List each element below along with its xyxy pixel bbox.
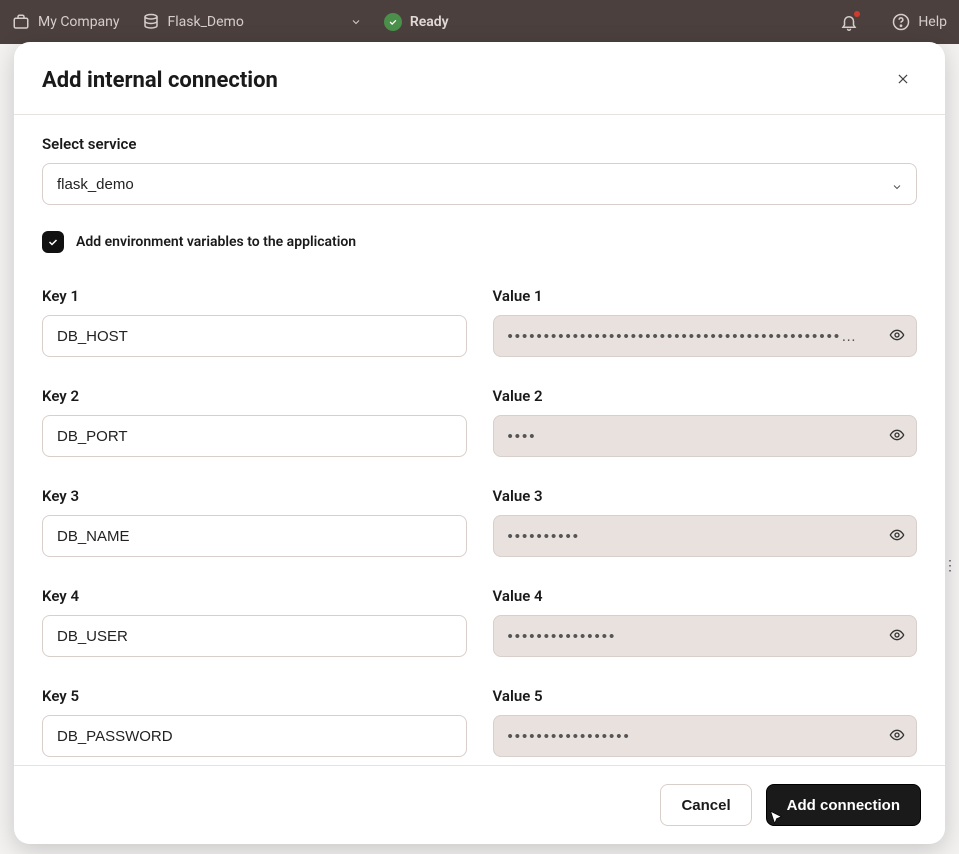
key-label: Key 1 [42, 287, 467, 305]
cancel-button[interactable]: Cancel [660, 784, 751, 826]
env-vars-grid: Key 1 Value 1 Key 2 [42, 287, 917, 757]
eye-icon [889, 627, 905, 646]
env-vars-checkbox[interactable] [42, 231, 64, 253]
key-input[interactable] [42, 515, 467, 557]
key-label: Key 5 [42, 687, 467, 705]
reveal-value-button[interactable] [885, 324, 909, 348]
close-icon [896, 72, 910, 89]
value-input[interactable] [493, 515, 918, 557]
env-var-row: Key 3 Value 3 [42, 487, 917, 557]
env-var-row: Key 4 Value 4 [42, 587, 917, 657]
eye-icon [889, 427, 905, 446]
key-input[interactable] [42, 615, 467, 657]
env-vars-label: Add environment variables to the applica… [76, 234, 356, 250]
value-input[interactable] [493, 315, 918, 357]
key-input[interactable] [42, 315, 467, 357]
env-var-row: Key 2 Value 2 [42, 387, 917, 457]
eye-icon [889, 727, 905, 746]
status-indicator: Ready [384, 13, 449, 31]
notification-dot [854, 11, 860, 17]
env-var-row: Key 1 Value 1 [42, 287, 917, 357]
key-label: Key 4 [42, 587, 467, 605]
chevron-down-icon [350, 16, 362, 28]
value-label: Value 1 [493, 287, 918, 305]
check-circle-icon [384, 13, 402, 31]
key-label: Key 2 [42, 387, 467, 405]
modal-body: Select service flask_demo Add environmen… [14, 115, 945, 765]
notifications-button[interactable] [840, 13, 858, 31]
eye-icon [889, 527, 905, 546]
value-input[interactable] [493, 615, 918, 657]
database-icon [142, 13, 160, 31]
key-input[interactable] [42, 715, 467, 757]
reveal-value-button[interactable] [885, 524, 909, 548]
eye-icon [889, 327, 905, 346]
help-link[interactable]: Help [918, 14, 947, 30]
help-icon [892, 13, 910, 31]
value-label: Value 2 [493, 387, 918, 405]
add-connection-modal: Add internal connection Select service f… [14, 42, 945, 844]
key-label: Key 3 [42, 487, 467, 505]
overflow-menu-icon[interactable]: ⋮ [943, 558, 959, 574]
status-text: Ready [410, 14, 449, 30]
reveal-value-button[interactable] [885, 624, 909, 648]
modal-header: Add internal connection [14, 42, 945, 114]
modal-footer: Cancel Add connection [14, 765, 945, 844]
modal-title: Add internal connection [42, 68, 889, 93]
value-label: Value 5 [493, 687, 918, 705]
company-switcher[interactable]: My Company [12, 13, 120, 31]
value-label: Value 3 [493, 487, 918, 505]
reveal-value-button[interactable] [885, 724, 909, 748]
reveal-value-button[interactable] [885, 424, 909, 448]
env-var-row: Key 5 Value 5 [42, 687, 917, 757]
briefcase-icon [12, 13, 30, 31]
close-button[interactable] [889, 66, 917, 94]
service-select[interactable]: flask_demo [42, 163, 917, 205]
value-input[interactable] [493, 715, 918, 757]
project-switcher[interactable]: Flask_Demo [142, 13, 362, 31]
value-label: Value 4 [493, 587, 918, 605]
key-input[interactable] [42, 415, 467, 457]
company-name: My Company [38, 14, 120, 30]
value-input[interactable] [493, 415, 918, 457]
select-service-label: Select service [42, 135, 917, 153]
add-connection-button[interactable]: Add connection [766, 784, 921, 826]
project-name: Flask_Demo [168, 14, 244, 30]
top-bar: My Company Flask_Demo Ready Help [0, 0, 959, 44]
